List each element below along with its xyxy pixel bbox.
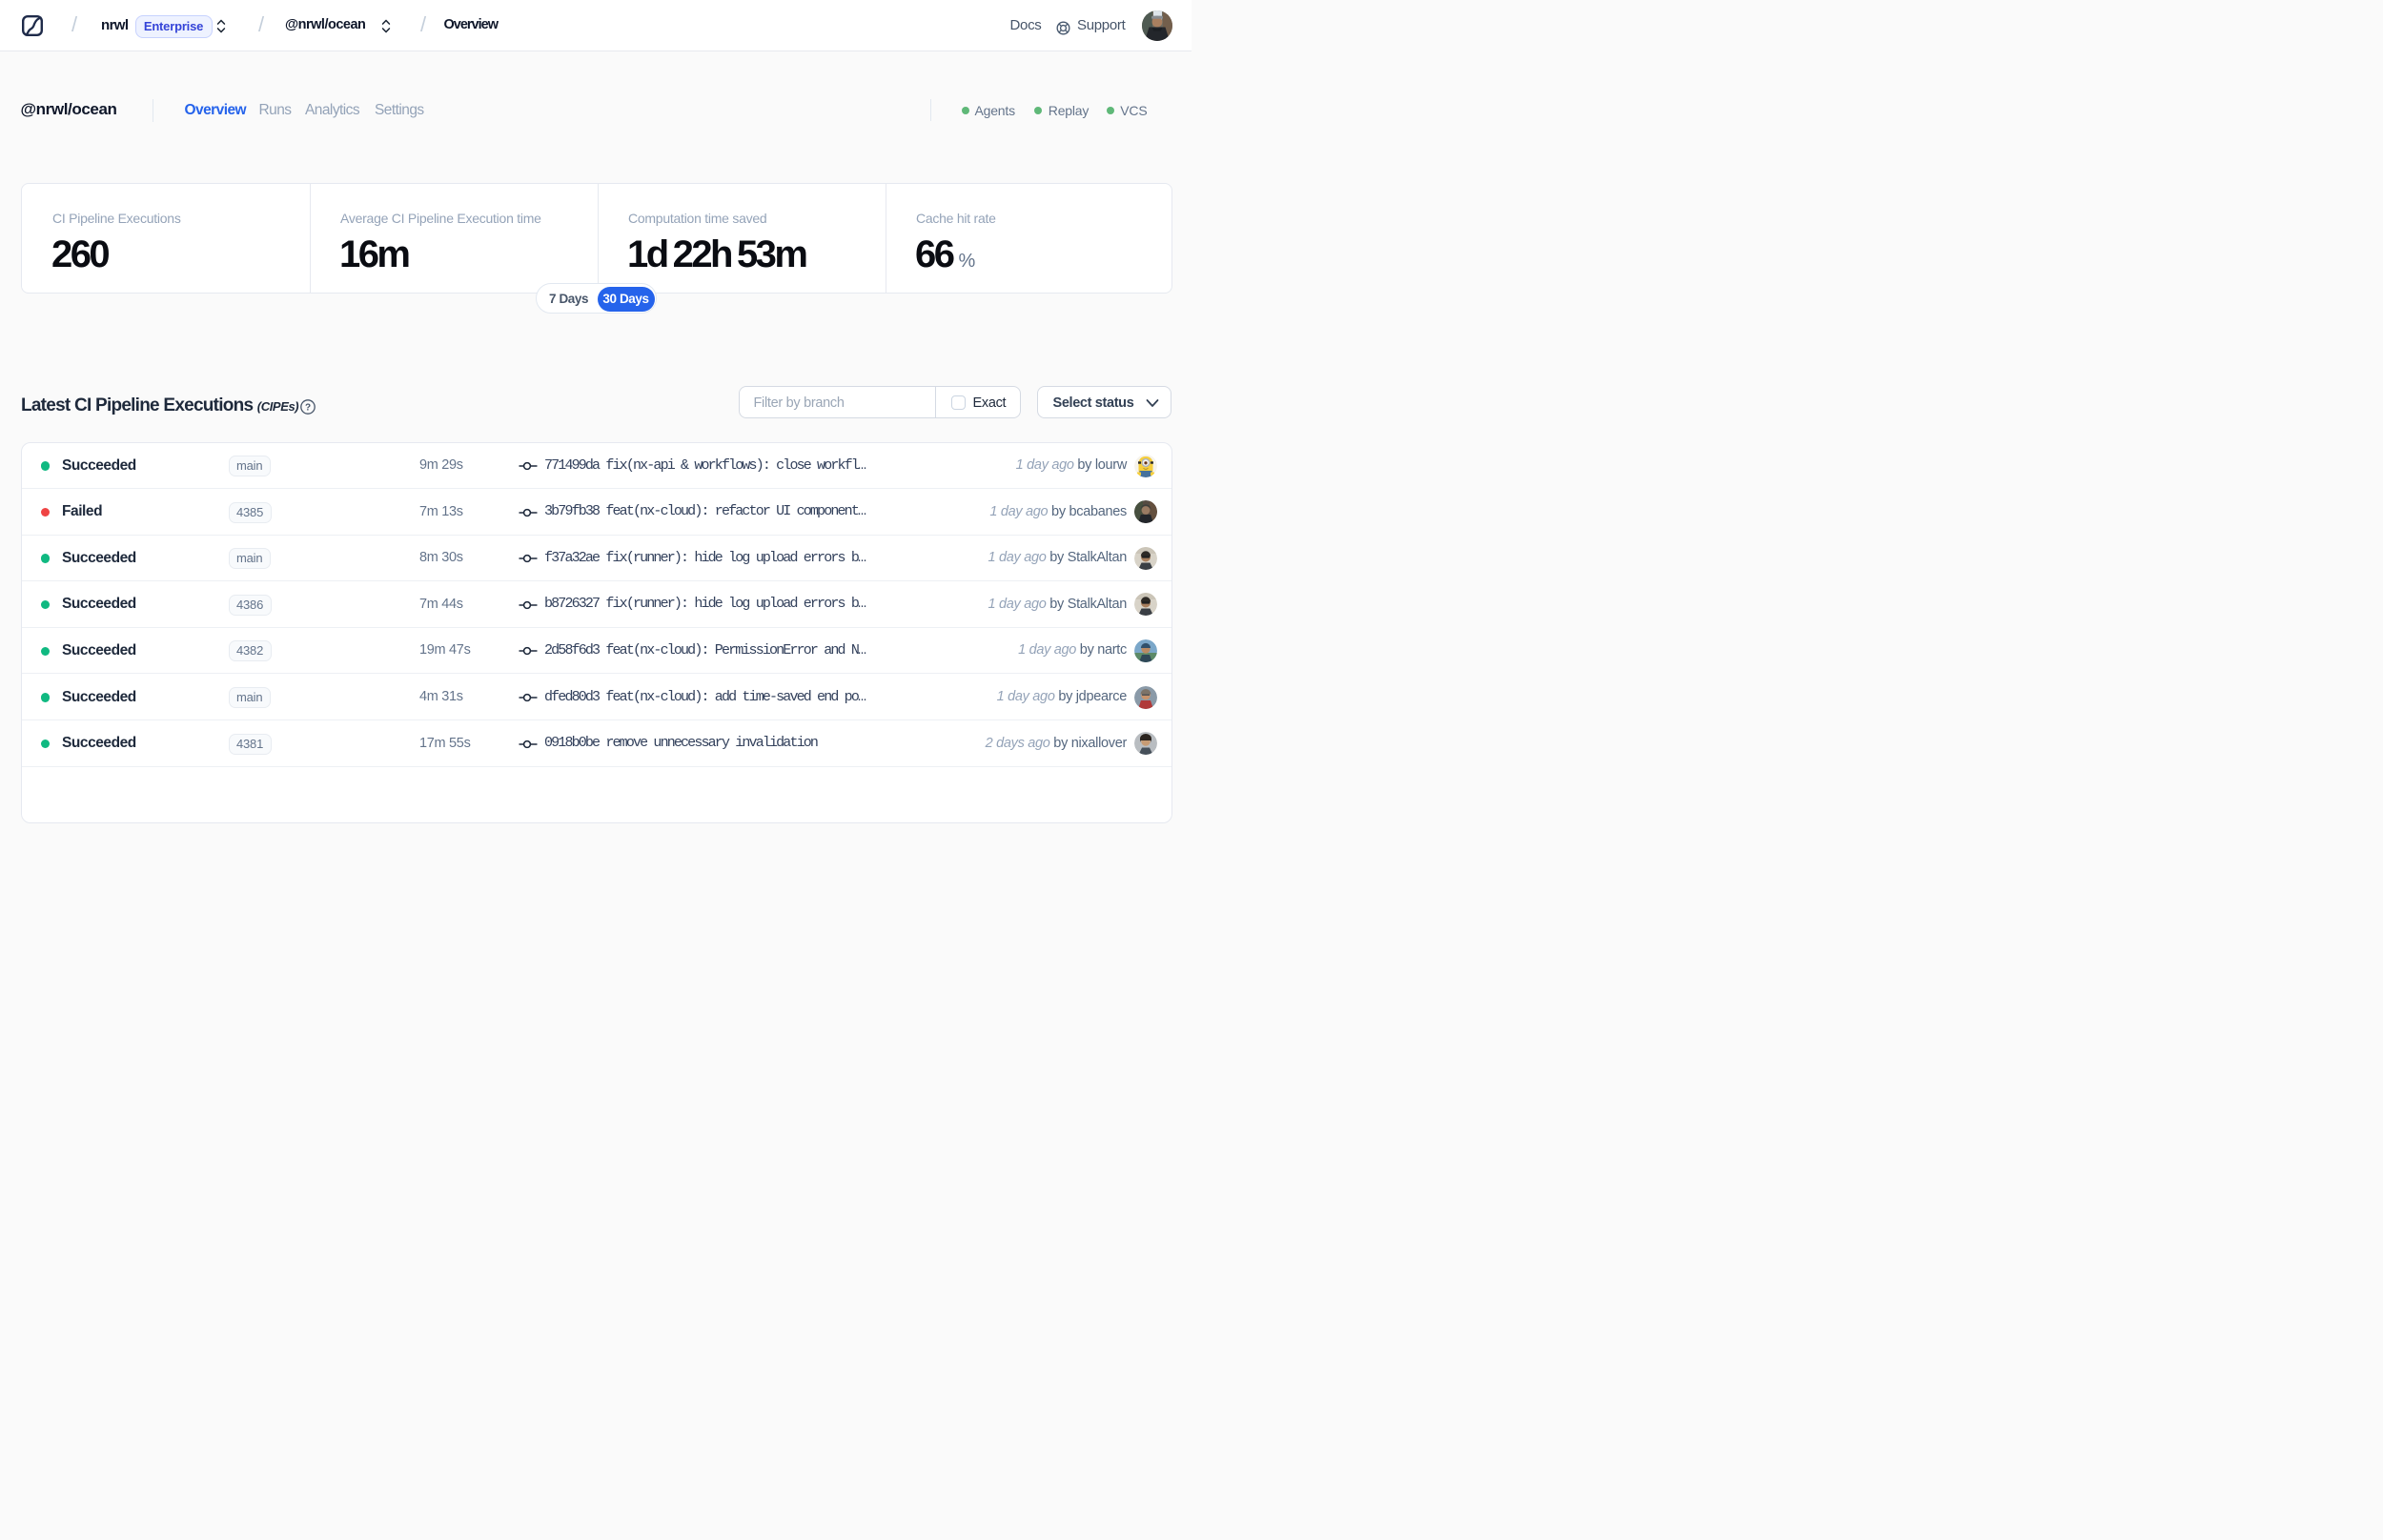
svg-text:?: ? [305, 403, 311, 414]
